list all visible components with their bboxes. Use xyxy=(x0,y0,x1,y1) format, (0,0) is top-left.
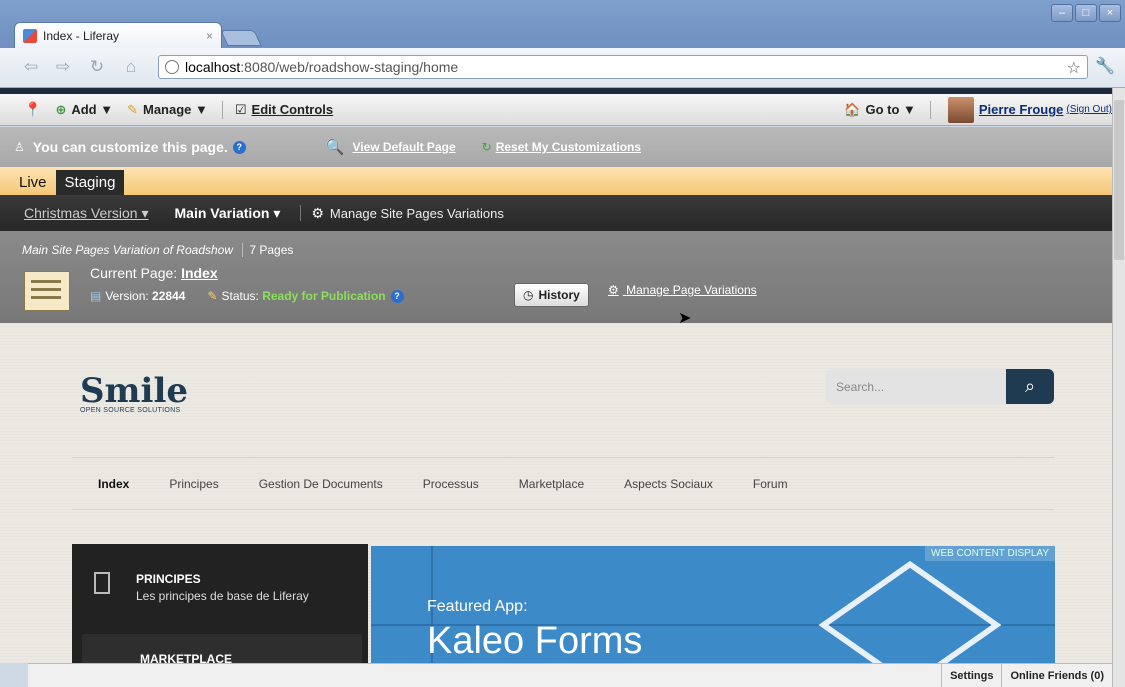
web-content-display-label: WEB CONTENT DISPLAY xyxy=(925,546,1055,561)
site-content: Smile OPEN SOURCE SOLUTIONS Search... ⌕ … xyxy=(0,323,1112,676)
pencil-icon: ✎ xyxy=(127,101,138,117)
current-page: Current Page: Index xyxy=(90,265,218,281)
wrench-icon[interactable]: 🔧 xyxy=(1095,56,1115,76)
manage-page-variations-link[interactable]: ⚙ Manage Page Variations xyxy=(608,283,757,297)
site-search: Search... ⌕ xyxy=(826,369,1054,404)
version-icon: ▤ xyxy=(90,289,102,303)
globe-icon xyxy=(165,60,179,74)
person-icon: ♙ xyxy=(14,140,25,154)
page-scrollbar[interactable] xyxy=(1112,88,1125,687)
view-default-page-link[interactable]: View Default Page xyxy=(352,140,455,154)
status-icon: ✎ xyxy=(207,289,218,303)
add-menu[interactable]: ⊕ Add ▼ xyxy=(55,102,113,118)
tab-close-icon[interactable]: × xyxy=(206,29,213,43)
tab-live[interactable]: Live xyxy=(10,170,56,195)
magnifier-icon: 🔍 xyxy=(325,139,345,156)
liferay-dockbar: 📍 ⊕ Add ▼ ✎ Manage ▼ ☑ Edit Controls 🏠 G… xyxy=(0,88,1112,126)
bottom-dock: Settings Online Friends (0) xyxy=(28,663,1112,687)
checkbox-icon: ☑ xyxy=(234,101,247,117)
nav-marketplace[interactable]: Marketplace xyxy=(519,477,584,491)
edit-controls-toggle[interactable]: ☑ Edit Controls xyxy=(235,102,333,118)
principes-title: PRINCIPES xyxy=(136,572,201,586)
home-icon: 🏠 xyxy=(844,101,861,117)
nav-index[interactable]: Index xyxy=(98,477,129,491)
browser-titlebar: Index - Liferay × – □ × xyxy=(0,0,1125,48)
user-avatar[interactable] xyxy=(947,96,974,123)
liferay-favicon-icon xyxy=(23,28,37,43)
version-status: ▤ Version: 22844 ✎ Status: Ready for Pub… xyxy=(90,289,404,303)
scrollbar-thumb[interactable] xyxy=(1114,100,1124,260)
bookmark-star-icon[interactable]: ☆ xyxy=(1067,58,1081,78)
version-number: 22844 xyxy=(152,289,186,303)
nav-principes[interactable]: Principes xyxy=(169,477,218,491)
back-icon[interactable]: ⇦ xyxy=(20,56,42,78)
gear-icon: ⚙ xyxy=(608,283,619,297)
url-host: localhost xyxy=(185,59,241,75)
minimize-button[interactable]: – xyxy=(1051,4,1073,22)
maximize-button[interactable]: □ xyxy=(1075,4,1097,22)
dockbar-divider xyxy=(929,100,931,119)
settings-button[interactable]: Settings xyxy=(941,664,1001,687)
help-icon[interactable]: ? xyxy=(390,289,404,303)
new-tab-button[interactable] xyxy=(220,30,262,46)
nav-processus[interactable]: Processus xyxy=(423,477,479,491)
address-bar[interactable]: localhost :8080/web/roadshow-staging/hom… xyxy=(158,55,1088,79)
staging-bar: Live Staging xyxy=(0,167,1112,195)
featured-app-label: Featured App: xyxy=(427,598,528,615)
nav-bottom-divider xyxy=(72,509,1054,510)
tab-staging[interactable]: Staging xyxy=(55,170,125,195)
window-controls: – □ × xyxy=(1051,4,1121,22)
current-page-link[interactable]: Index xyxy=(181,265,218,281)
featured-app-banner[interactable]: WEB CONTENT DISPLAY Featured App: Kaleo … xyxy=(371,546,1055,676)
customization-bar: ♙ You can customize this page. ? 🔍 View … xyxy=(0,127,1112,167)
variations-divider xyxy=(300,205,302,221)
sign-out-link[interactable]: (Sign Out) xyxy=(1066,104,1112,115)
nav-top-divider xyxy=(72,457,1054,458)
status-badge: Ready for Publication xyxy=(262,289,386,303)
nav-aspects-sociaux[interactable]: Aspects Sociaux xyxy=(624,477,713,491)
nav-gestion-documents[interactable]: Gestion De Documents xyxy=(259,477,383,491)
main-variation-menu[interactable]: Main Variation ▾ xyxy=(175,205,281,222)
dockbar-divider xyxy=(221,100,223,119)
principes-item[interactable]: PRINCIPES Les principes de base de Lifer… xyxy=(94,572,309,603)
site-variations-bar: Christmas Version ▾ Main Variation ▾ ⚙ M… xyxy=(0,195,1112,231)
reset-customizations-link[interactable]: Reset My Customizations xyxy=(496,140,641,154)
page-variation-heading: Main Site Pages Variation of Roadshow 7 … xyxy=(22,243,294,257)
add-icon: ⊕ xyxy=(55,101,67,117)
manage-site-variations-link[interactable]: Manage Site Pages Variations xyxy=(330,206,504,221)
clock-icon: ◷ xyxy=(523,288,534,302)
home-icon[interactable]: ⌂ xyxy=(120,56,142,78)
online-friends-button[interactable]: Online Friends (0) xyxy=(1001,664,1112,687)
pin-icon[interactable]: 📍 xyxy=(24,101,41,118)
reload-icon[interactable]: ↻ xyxy=(86,56,108,78)
gear-icon: ⚙ xyxy=(311,204,324,221)
search-icon[interactable]: ⌕ xyxy=(1006,369,1054,404)
search-input[interactable]: Search... xyxy=(826,369,1006,404)
user-name-link[interactable]: Pierre Frouge xyxy=(979,102,1064,117)
beaker-icon xyxy=(94,572,110,594)
tab-title: Index - Liferay xyxy=(43,28,120,43)
featured-sidebar: PRINCIPES Les principes de base de Lifer… xyxy=(72,544,368,674)
browser-toolbar: ⇦ ⇨ ↻ ⌂ localhost :8080/web/roadshow-sta… xyxy=(0,48,1125,88)
christmas-version-menu[interactable]: Christmas Version ▾ xyxy=(24,205,149,222)
manage-menu[interactable]: ✎ Manage ▼ xyxy=(127,102,208,118)
browser-tab[interactable]: Index - Liferay × xyxy=(14,22,222,48)
site-logo[interactable]: Smile xyxy=(80,371,188,411)
principes-subtitle: Les principes de base de Liferay xyxy=(136,589,309,603)
customize-message: You can customize this page. xyxy=(32,139,228,155)
featured-app-title: Kaleo Forms xyxy=(427,620,643,662)
site-logo-tagline: OPEN SOURCE SOLUTIONS xyxy=(80,407,181,414)
page-notepad-icon xyxy=(24,271,70,311)
page-count: 7 Pages xyxy=(242,243,294,257)
nav-forum[interactable]: Forum xyxy=(753,477,788,491)
url-path: :8080/web/roadshow-staging/home xyxy=(240,59,459,75)
goto-menu[interactable]: 🏠 Go to ▼ xyxy=(844,102,916,118)
help-icon[interactable]: ? xyxy=(232,140,246,154)
forward-icon[interactable]: ⇨ xyxy=(52,56,74,78)
site-navigation: Index Principes Gestion De Documents Pro… xyxy=(98,477,788,491)
reset-icon: ↻ xyxy=(481,140,492,154)
close-window-button[interactable]: × xyxy=(1099,4,1121,22)
page-variation-panel: Main Site Pages Variation of Roadshow 7 … xyxy=(0,231,1112,323)
history-button[interactable]: ◷ History xyxy=(514,283,589,307)
